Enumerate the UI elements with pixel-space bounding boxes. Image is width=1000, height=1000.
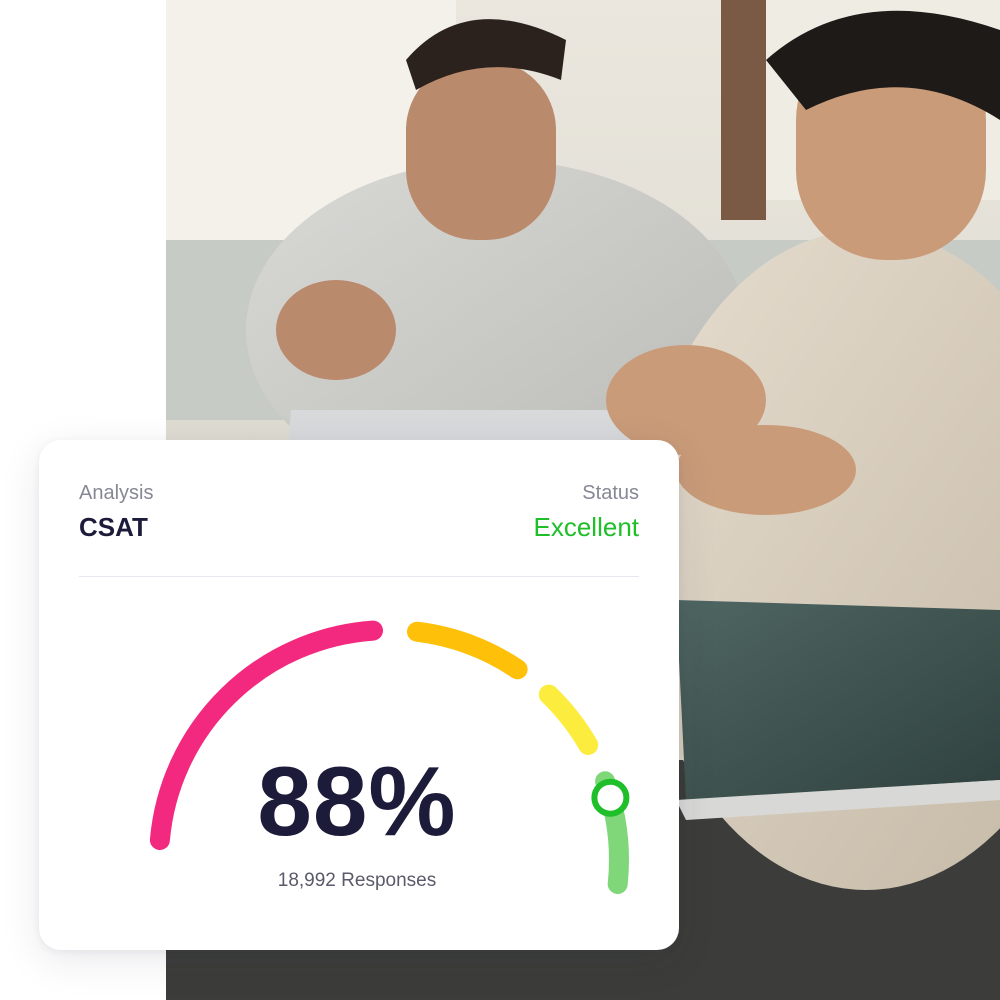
gauge-segment-orange: [407, 621, 528, 680]
responses-label: Responses: [341, 870, 437, 891]
csat-score: 88%: [257, 746, 457, 856]
gauge-segment-yellow: [538, 684, 599, 755]
responses-count: 18,992: [277, 870, 336, 891]
csat-card: Analysis CSAT Status Excellent 88% 18,99…: [39, 440, 679, 950]
responses-text: 18,992 Responses: [39, 870, 675, 892]
